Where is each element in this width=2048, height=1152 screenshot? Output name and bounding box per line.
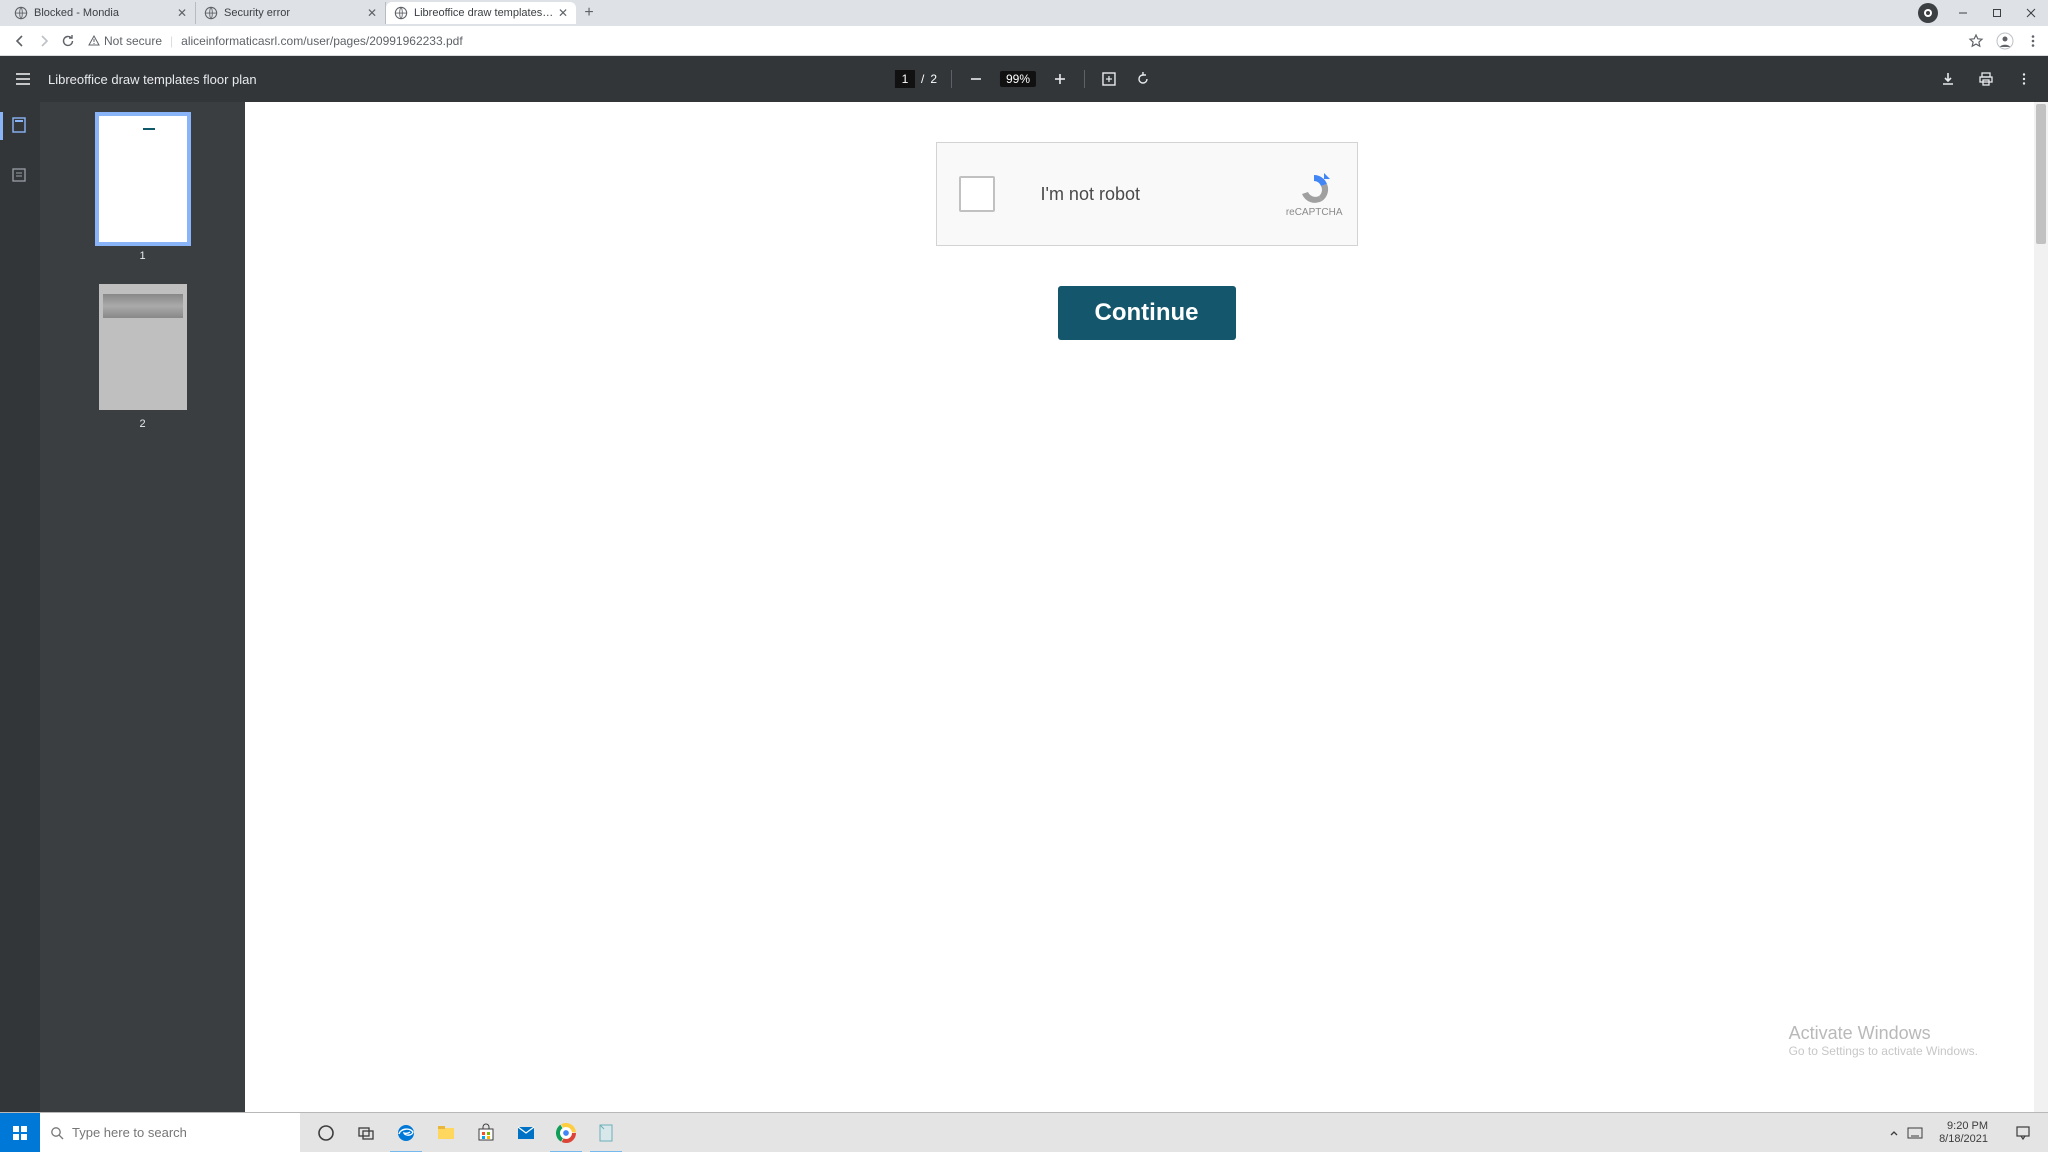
reload-button[interactable] [56,29,80,53]
tab-title: Security error [224,7,363,19]
page-input[interactable] [895,70,915,88]
thumbnails-tab[interactable] [10,116,30,136]
outline-tab[interactable] [10,166,30,186]
store-icon[interactable] [466,1113,506,1152]
warning-icon [88,35,100,47]
tab-libreoffice[interactable]: Libreoffice draw templates floor ✕ [386,2,576,24]
cortana-icon[interactable] [306,1113,346,1152]
recaptcha-label: I'm not robot [1041,184,1286,205]
system-tray: 9:20 PM 8/18/2021 [1889,1113,2048,1152]
globe-icon [204,6,218,20]
profile-icon[interactable] [1996,32,2014,50]
chrome-icon[interactable] [546,1113,586,1152]
star-icon[interactable] [1968,33,1984,49]
menu-icon[interactable] [14,70,32,88]
continue-button[interactable]: Continue [1058,286,1236,340]
file-explorer-icon[interactable] [426,1113,466,1152]
scrollbar-thumb[interactable] [2036,104,2046,244]
close-icon[interactable]: ✕ [177,6,187,20]
thumbnail-label: 2 [139,418,145,430]
page-separator: / [921,72,924,86]
address-bar: Not secure | aliceinformaticasrl.com/use… [0,26,2048,56]
url-text: aliceinformaticasrl.com/user/pages/20991… [181,34,463,48]
tab-title: Blocked - Mondia [34,7,173,19]
browser-tab-strip: Blocked - Mondia ✕ Security error ✕ Libr… [0,0,2048,26]
page-canvas[interactable]: I'm not robot reCAPTCHA Continue Activat… [245,102,2048,1112]
back-button[interactable] [8,29,32,53]
globe-icon [394,6,408,20]
thumbnail-2[interactable] [99,284,187,410]
recaptcha-icon [1294,171,1334,207]
watermark-title: Activate Windows [1789,1023,1978,1044]
app-icon[interactable] [586,1113,626,1152]
windows-watermark: Activate Windows Go to Settings to activ… [1789,1023,1978,1058]
vertical-scrollbar[interactable] [2034,102,2048,1112]
pdf-toolbar: Libreoffice draw templates floor plan / … [0,56,2048,102]
recaptcha-logo: reCAPTCHA [1286,171,1343,218]
notification-center-icon[interactable] [2004,1113,2042,1152]
document-title: Libreoffice draw templates floor plan [48,72,257,87]
zoom-out-button[interactable] [966,69,986,89]
mail-icon[interactable] [506,1113,546,1152]
search-icon [50,1126,64,1140]
close-window-button[interactable] [2014,0,2048,26]
clock-date: 8/18/2021 [1939,1133,1988,1145]
thumbnail-1[interactable] [99,116,187,242]
thumbnail-panel: 1 2 [40,102,245,1112]
browser-menu-icon[interactable] [2026,34,2040,48]
search-placeholder: Type here to search [72,1125,187,1140]
tab-security-error[interactable]: Security error ✕ [196,2,386,24]
zoom-in-button[interactable] [1050,69,1070,89]
fit-page-button[interactable] [1099,69,1119,89]
watermark-subtitle: Go to Settings to activate Windows. [1789,1044,1978,1058]
clock-time: 9:20 PM [1939,1120,1988,1132]
pdf-viewer: 1 2 I'm not robot reCAPTCHA [0,102,2048,1112]
taskbar-pinned [306,1113,626,1152]
maximize-button[interactable] [1980,0,2014,26]
download-button[interactable] [1938,69,1958,89]
url-field[interactable]: Not secure | aliceinformaticasrl.com/use… [80,30,1960,52]
new-tab-button[interactable]: + [576,2,602,24]
minimize-button[interactable] [1946,0,1980,26]
recaptcha-checkbox[interactable] [959,176,995,212]
pdf-toolbar-right [1938,69,2034,89]
side-rail [0,102,40,1112]
security-label: Not secure [104,34,162,48]
page-indicator: / 2 [895,70,937,88]
recaptcha-brand: reCAPTCHA [1286,207,1343,218]
recaptcha-widget: I'm not robot reCAPTCHA [936,142,1358,246]
tray-chevron-icon[interactable] [1889,1128,1899,1138]
security-indicator[interactable]: Not secure [88,34,162,48]
edge-icon[interactable] [386,1113,426,1152]
task-view-icon[interactable] [346,1113,386,1152]
print-button[interactable] [1976,69,1996,89]
taskbar-clock[interactable]: 9:20 PM 8/18/2021 [1931,1120,1996,1144]
tab-blocked[interactable]: Blocked - Mondia ✕ [6,2,196,24]
rotate-button[interactable] [1133,69,1153,89]
zoom-level[interactable]: 99% [1000,71,1036,87]
windows-taskbar: Type here to search 9:20 PM 8/18/2021 [0,1112,2048,1152]
close-icon[interactable]: ✕ [367,6,377,20]
tab-title: Libreoffice draw templates floor [414,7,554,19]
page-total: 2 [930,72,937,86]
pdf-toolbar-center: / 2 99% [895,69,1153,89]
start-button[interactable] [0,1113,40,1152]
close-icon[interactable]: ✕ [558,6,568,20]
taskbar-search[interactable]: Type here to search [40,1113,300,1152]
thumbnail-label: 1 [139,250,145,262]
extension-icon[interactable] [1918,3,1938,23]
forward-button[interactable] [32,29,56,53]
globe-icon [14,6,28,20]
omnibox-actions [1968,32,2040,50]
keyboard-icon[interactable] [1907,1127,1923,1139]
window-controls [1918,0,2048,26]
pdf-more-icon[interactable] [2014,69,2034,89]
